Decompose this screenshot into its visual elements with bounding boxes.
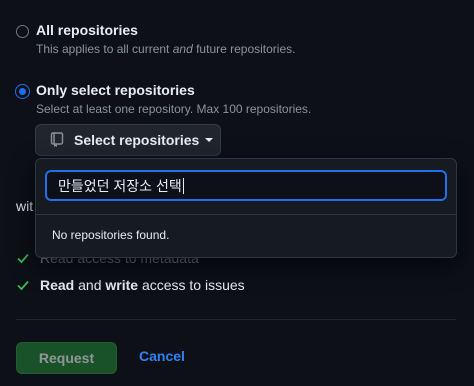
- repository-picker-dropdown: 만들었던 저장소 선택 No repositories found.: [35, 158, 457, 258]
- repository-search-value: 만들었던 저장소 선택: [58, 177, 182, 194]
- radio-all-repositories[interactable]: All repositories This applies to all cur…: [16, 21, 295, 57]
- radio-select-repositories-label: Only select repositories: [36, 82, 195, 98]
- repository-search-input[interactable]: 만들었던 저장소 선택: [45, 170, 447, 201]
- permissions-heading: wit: [16, 198, 34, 214]
- radio-select-repositories[interactable]: Only select repositories Select at least…: [16, 81, 311, 117]
- empty-results-message: No repositories found.: [52, 228, 170, 242]
- check-icon: [17, 280, 29, 291]
- select-repositories-label: Select repositories: [74, 132, 200, 148]
- text-cursor: [182, 177, 184, 194]
- radio-all-repositories-input[interactable]: [16, 25, 29, 38]
- repo-icon: [50, 132, 64, 147]
- permission-issues-row: Read and write access to issues: [16, 277, 245, 293]
- radio-all-repositories-label: All repositories: [36, 22, 138, 38]
- radio-all-repositories-description: This applies to all current and future r…: [36, 42, 296, 56]
- permission-issues-label: Read and write access to issues: [40, 277, 245, 293]
- divider: [16, 319, 456, 320]
- cancel-button[interactable]: Cancel: [139, 348, 185, 364]
- dropdown-divider: [36, 214, 456, 215]
- request-button[interactable]: Request: [16, 342, 117, 374]
- select-repositories-button[interactable]: Select repositories: [35, 124, 221, 156]
- radio-select-repositories-description: Select at least one repository. Max 100 …: [36, 102, 312, 116]
- radio-select-repositories-input[interactable]: [16, 85, 29, 98]
- chevron-down-icon: [205, 138, 214, 142]
- check-icon: [17, 253, 29, 264]
